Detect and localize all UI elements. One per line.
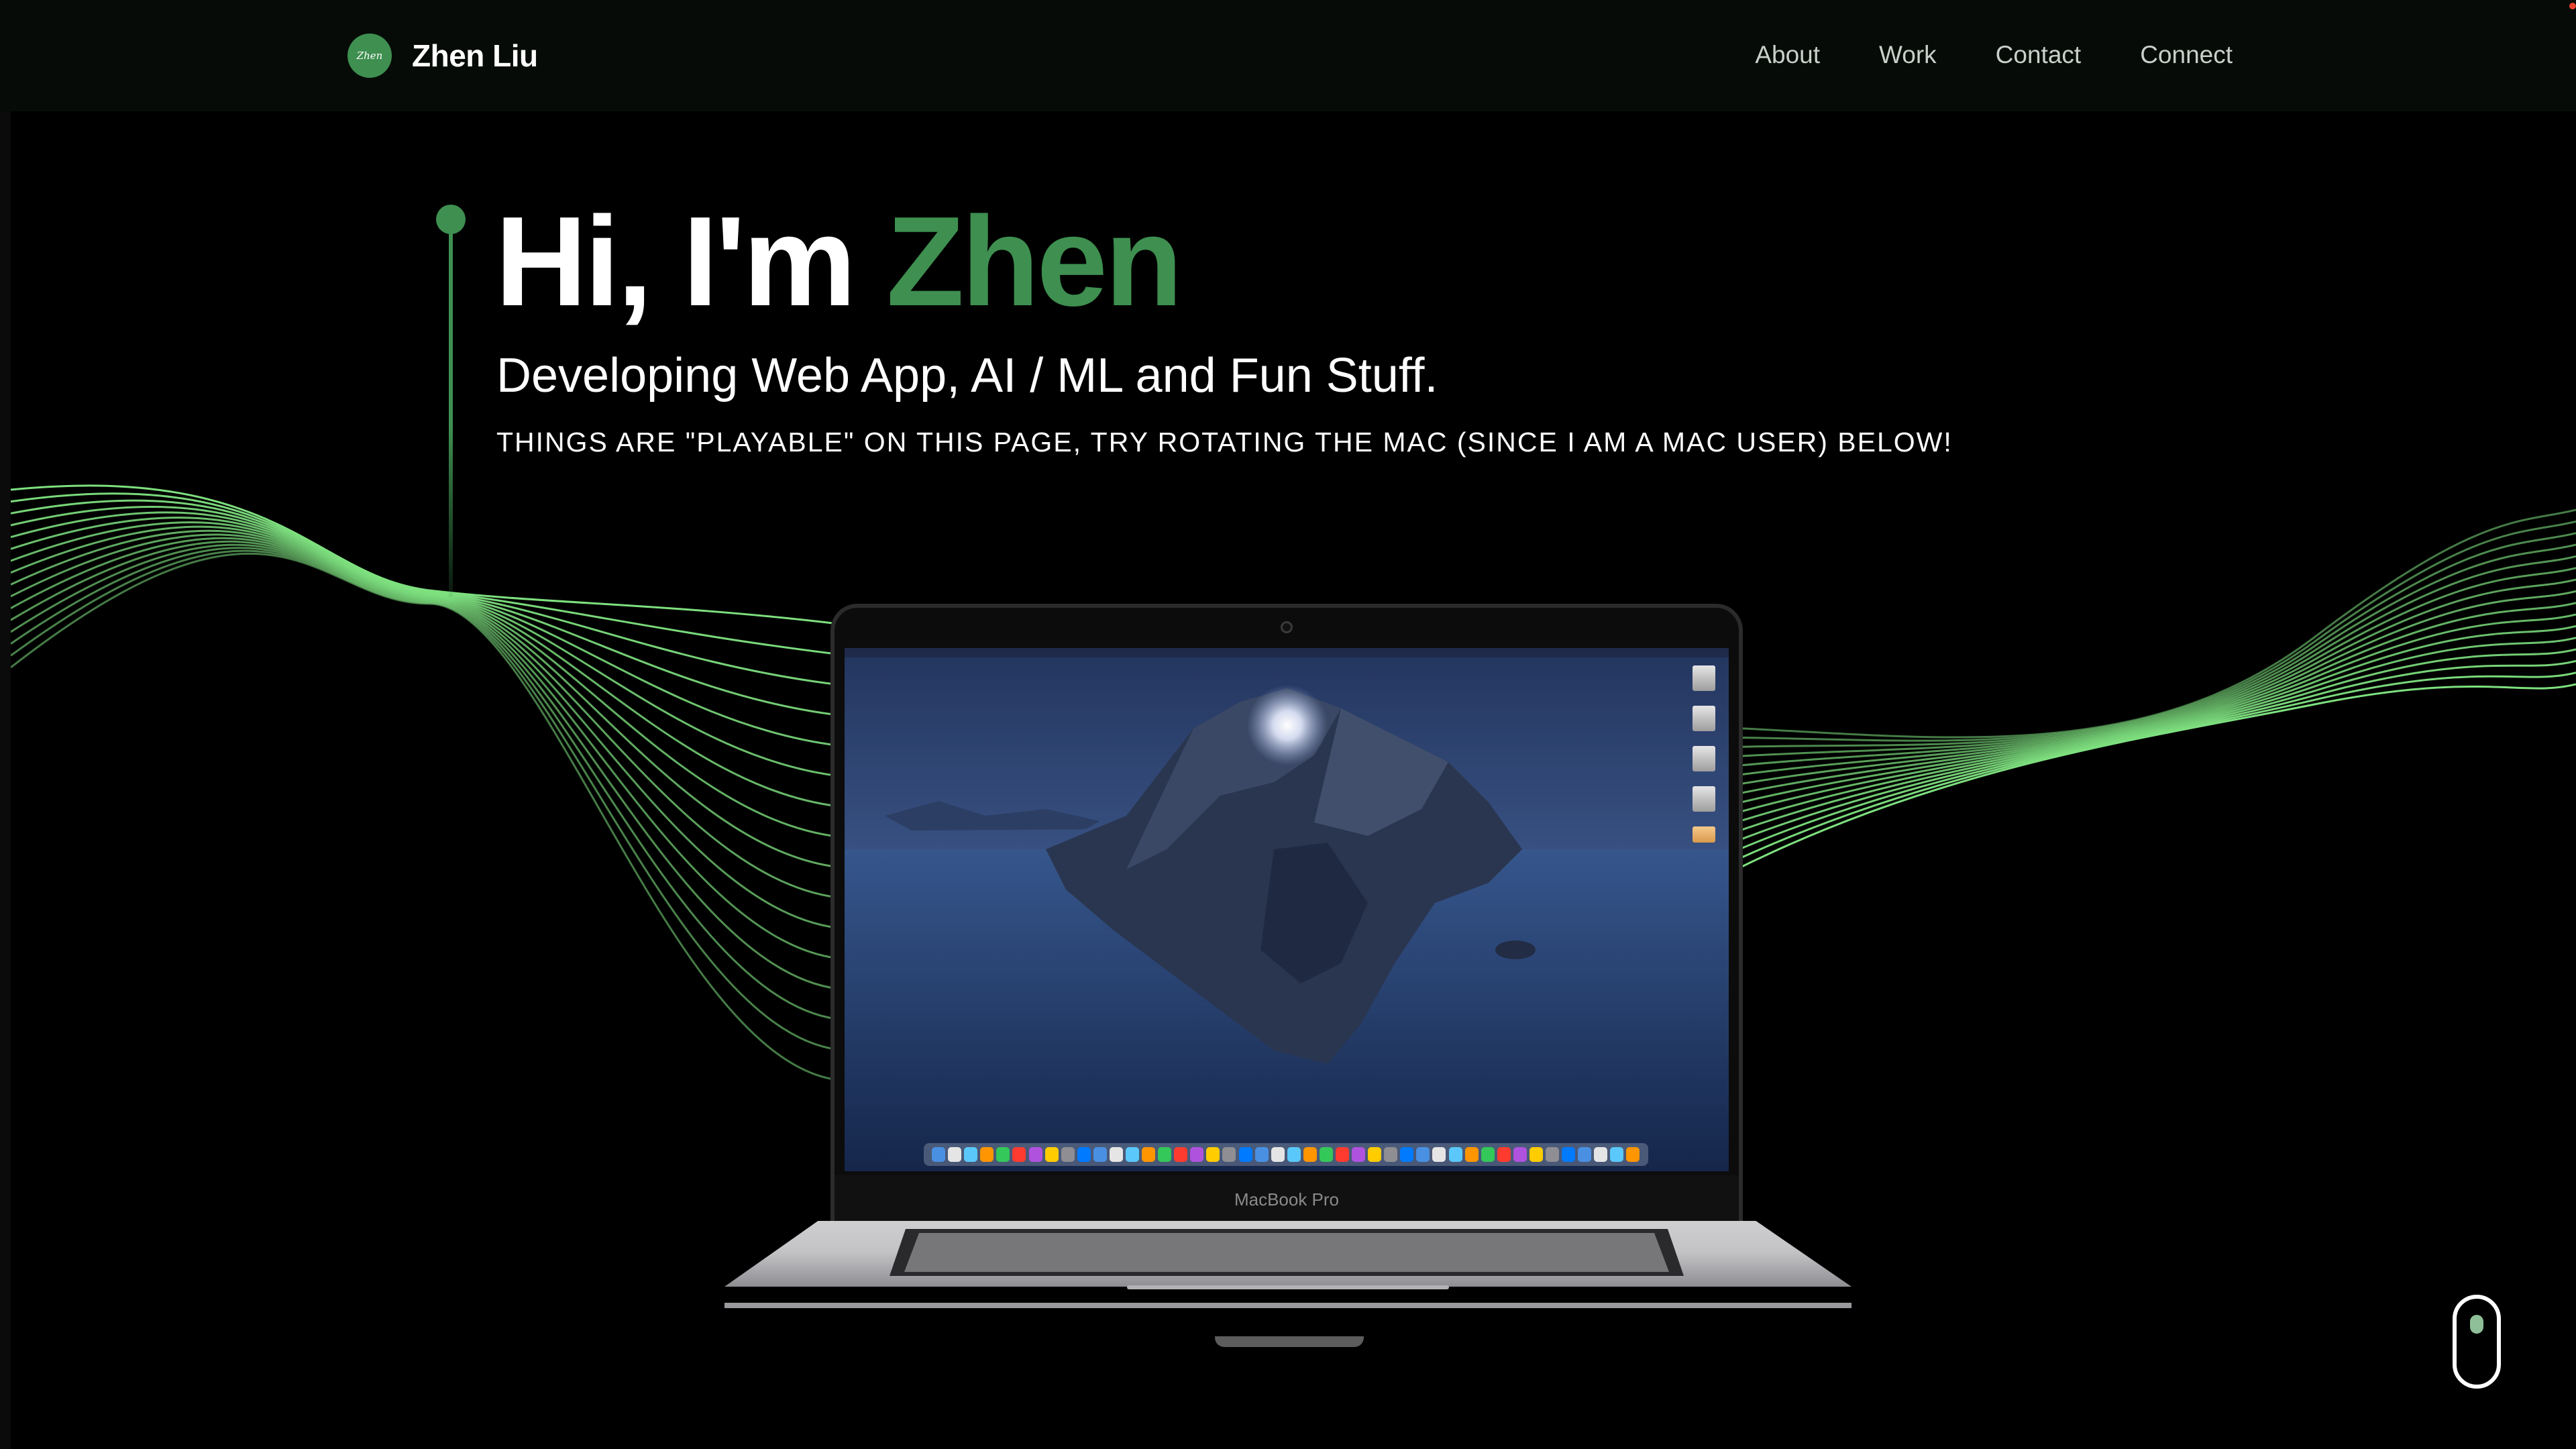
- desktop-icons: [1693, 665, 1715, 843]
- dock-app-icon: [1594, 1147, 1608, 1162]
- wave-line: [10, 529, 839, 869]
- dock-app-icon: [1222, 1147, 1236, 1162]
- camera-icon: [1281, 621, 1293, 633]
- wave-line: [10, 547, 839, 1020]
- wave-line: [10, 552, 839, 1081]
- dock-app-icon: [932, 1147, 946, 1162]
- dock-app-icon: [1271, 1147, 1285, 1162]
- wave-line: [10, 549, 839, 1051]
- timeline-dot: [436, 205, 466, 234]
- nav-link-work[interactable]: Work: [1879, 36, 1937, 74]
- hero-subtitle: Developing Web App, AI / ML and Fun Stuf…: [496, 349, 1438, 402]
- nav-link-about[interactable]: About: [1755, 36, 1820, 74]
- drive-icon: [1693, 706, 1715, 731]
- dock-app-icon: [1044, 1147, 1059, 1162]
- laptop-screen: [845, 648, 1729, 1171]
- dock-app-icon: [1497, 1147, 1511, 1162]
- laptop-foot: [1215, 1336, 1364, 1347]
- nav-link-connect[interactable]: Connect: [2140, 36, 2233, 74]
- dock-app-icon: [1368, 1147, 1382, 1162]
- dock-app-icon: [1384, 1147, 1398, 1162]
- laptop-base: [724, 1221, 1851, 1308]
- dock-app-icon: [964, 1147, 978, 1162]
- dock-app-icon: [1028, 1147, 1042, 1162]
- dock-app-icon: [1061, 1147, 1075, 1162]
- macbook-model[interactable]: MacBook Pro: [724, 604, 1851, 1362]
- dock-app-icon: [996, 1147, 1010, 1162]
- laptop-chin: MacBook Pro: [835, 1175, 1739, 1224]
- dock-app-icon: [948, 1147, 962, 1162]
- wave-line: [10, 517, 839, 777]
- dock-app-icon: [1287, 1147, 1301, 1162]
- dock-app-icon: [1432, 1147, 1446, 1162]
- drive-icon: [1693, 665, 1715, 691]
- scroll-wheel-dot: [2470, 1315, 2483, 1334]
- wave-line: [1730, 602, 2576, 806]
- hero-title-name: Zhen: [886, 191, 1183, 333]
- wave-line: [10, 521, 839, 808]
- nav-link-contact[interactable]: Contact: [1996, 36, 2082, 74]
- corner-dot: [2569, 3, 2576, 9]
- mouse-scroll-icon[interactable]: [2453, 1295, 2501, 1389]
- dock-app-icon: [1077, 1147, 1091, 1162]
- dock-app-icon: [1513, 1147, 1527, 1162]
- dock-app-icon: [1352, 1147, 1366, 1162]
- brand-logo: Zhen: [347, 34, 392, 78]
- hero-title-prefix: Hi, I'm: [495, 191, 887, 333]
- desktop-wallpaper: [845, 648, 1729, 1171]
- dock-app-icon: [1254, 1147, 1269, 1162]
- dock-app-icon: [1174, 1147, 1188, 1162]
- dock-app-icon: [1578, 1147, 1592, 1162]
- dock-app-icon: [1335, 1147, 1349, 1162]
- dock-app-icon: [1238, 1147, 1252, 1162]
- dock-app-icon: [1109, 1147, 1123, 1162]
- dock-app-icon: [1481, 1147, 1495, 1162]
- dock-app-icon: [1464, 1147, 1479, 1162]
- laptop-lid: MacBook Pro: [830, 604, 1743, 1228]
- left-edge-rule: [0, 111, 11, 1449]
- nav-links: About Work Contact Connect: [1755, 36, 2233, 74]
- dock-app-icon: [1319, 1147, 1333, 1162]
- navbar: Zhen Zhen Liu About Work Contact Connect: [0, 0, 2576, 111]
- wave-line: [1730, 578, 2576, 787]
- timeline-line: [449, 221, 453, 597]
- brand-name: Zhen Liu: [412, 38, 538, 73]
- wave-line: [10, 492, 839, 655]
- hero-title: Hi, I'm Zhen: [495, 188, 1183, 335]
- dock-app-icon: [1448, 1147, 1462, 1162]
- drive-icon: [1693, 746, 1715, 771]
- dock-app-icon: [1093, 1147, 1107, 1162]
- dock-app-icon: [1142, 1147, 1156, 1162]
- wave-line: [1730, 508, 2576, 739]
- dock-app-icon: [1206, 1147, 1220, 1162]
- dock-app-icon: [1303, 1147, 1317, 1162]
- page: Zhen Zhen Liu About Work Contact Connect…: [0, 0, 2576, 1449]
- dock-app-icon: [1562, 1147, 1576, 1162]
- mac-menubar: [845, 648, 1729, 657]
- dock-app-icon: [1158, 1147, 1172, 1162]
- dock-app-icon: [1529, 1147, 1543, 1162]
- dock-app-icon: [980, 1147, 994, 1162]
- brand-logo-text: Zhen: [356, 50, 383, 62]
- laptop-model-label: MacBook Pro: [1234, 1189, 1340, 1210]
- dock-app-icon: [1400, 1147, 1414, 1162]
- hero-note: THINGS ARE "PLAYABLE" ON THIS PAGE, TRY …: [496, 427, 1953, 458]
- folder-icon: [1693, 826, 1715, 843]
- mac-dock: [924, 1143, 1648, 1166]
- dock-app-icon: [1610, 1147, 1624, 1162]
- dock-app-icon: [1416, 1147, 1430, 1162]
- dock-app-icon: [1012, 1147, 1026, 1162]
- dock-app-icon: [1626, 1147, 1640, 1162]
- dock-app-icon: [1546, 1147, 1559, 1162]
- drive-icon: [1693, 786, 1715, 812]
- dock-app-icon: [1125, 1147, 1139, 1162]
- dock-app-icon: [1190, 1147, 1204, 1162]
- brand-home-link[interactable]: Zhen Zhen Liu: [347, 33, 538, 78]
